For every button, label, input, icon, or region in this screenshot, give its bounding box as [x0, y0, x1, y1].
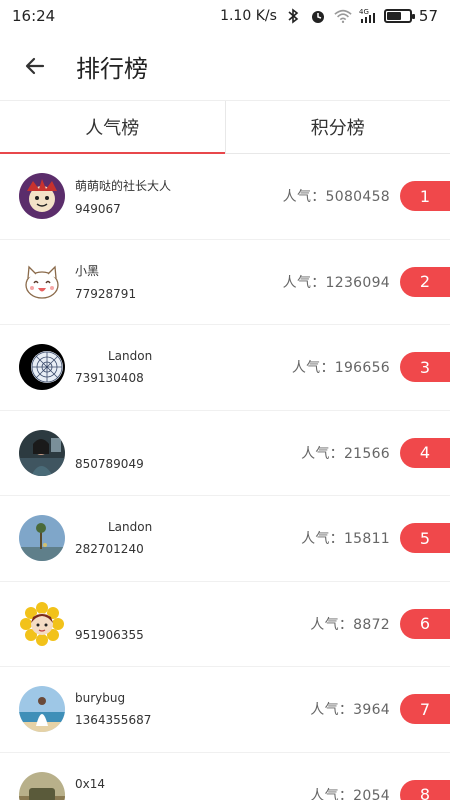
- user-id: 951906355: [75, 627, 144, 642]
- user-name: [75, 435, 235, 449]
- status-icons: 1.10 K/s 4G 57: [220, 7, 438, 25]
- popularity-value: 人气：2054: [310, 787, 390, 800]
- popularity-value: 人气：21566: [301, 445, 390, 462]
- avatar: [19, 771, 65, 800]
- user-name: Landon: [108, 349, 153, 364]
- battery-icon: [383, 9, 415, 23]
- user-name: [75, 606, 235, 620]
- user-id: 850789049: [75, 456, 144, 471]
- back-button[interactable]: [0, 32, 70, 100]
- page-title: 排行榜: [76, 54, 148, 83]
- rank-badge: 4: [400, 437, 450, 468]
- avatar: [19, 600, 65, 647]
- popularity-value: 人气：3964: [310, 702, 390, 719]
- signal-4g-icon: 4G: [359, 7, 377, 25]
- tab-bar: 人气榜 积分榜: [0, 100, 450, 154]
- list-item[interactable]: 小黑 77928791 人气：1236094 2: [0, 240, 450, 325]
- rank-badge: 1: [400, 181, 450, 212]
- user-id: 282701240: [75, 542, 144, 557]
- list-item[interactable]: burybug 1364355687 人气：3964 7: [0, 667, 450, 753]
- user-name: Landon: [108, 520, 153, 535]
- avatar: [19, 258, 65, 305]
- popularity-value: 人气：15811: [301, 531, 390, 548]
- battery-level: 57: [418, 7, 438, 25]
- user-name: 小黑: [75, 264, 100, 279]
- svg-text:4G: 4G: [359, 8, 369, 16]
- list-item[interactable]: 850789049 人气：21566 4: [0, 411, 450, 496]
- rank-badge: 2: [400, 266, 450, 297]
- rank-badge: 8: [400, 779, 450, 800]
- popularity-value: 人气：8872: [310, 616, 390, 633]
- popularity-value: 人气：196656: [291, 360, 390, 377]
- list-item[interactable]: Landon 282701240 人气：15811 5: [0, 496, 450, 582]
- list-item[interactable]: 萌萌哒的社长大人 949067 人气：5080458 1: [0, 154, 450, 240]
- user-id: 949067: [75, 201, 121, 216]
- battery-fill: [386, 12, 401, 20]
- rank-badge: 6: [400, 608, 450, 639]
- bluetooth-icon: [284, 7, 302, 25]
- avatar: [19, 429, 65, 476]
- avatar: [19, 173, 65, 220]
- avatar: [19, 686, 65, 733]
- popularity-value: 人气：1236094: [282, 274, 390, 291]
- list-item[interactable]: Landon 739130408 人气：196656 3: [0, 325, 450, 411]
- avatar: [19, 344, 65, 391]
- user-id: 739130408: [75, 371, 144, 386]
- user-id: 1364355687: [75, 713, 152, 728]
- user-id: 77928791: [75, 287, 137, 302]
- ranking-list: 萌萌哒的社长大人 949067 人气：5080458 1 小黑 77928791…: [0, 154, 450, 800]
- popularity-value: 人气：5080458: [282, 189, 390, 206]
- list-item[interactable]: 0x14 47995978 人气：2054 8: [0, 753, 450, 800]
- network-speed: 1.10 K/s: [220, 8, 277, 24]
- rank-badge: 7: [400, 694, 450, 725]
- user-name: 萌萌哒的社长大人: [75, 178, 172, 193]
- status-time: 16:24: [12, 7, 56, 25]
- rank-badge: 3: [400, 352, 450, 383]
- tab-popularity[interactable]: 人气榜: [0, 101, 225, 154]
- arrow-left-icon: [25, 57, 45, 75]
- rank-badge: 5: [400, 523, 450, 554]
- tab-points[interactable]: 积分榜: [224, 101, 450, 153]
- avatar: [19, 515, 65, 562]
- list-item[interactable]: 951906355 人气：8872 6: [0, 582, 450, 667]
- wifi-icon: [334, 7, 352, 25]
- status-bar: 16:24 1.10 K/s 4G 57: [0, 0, 450, 32]
- app-header: 排行榜: [0, 32, 450, 100]
- user-name: burybug: [75, 691, 126, 706]
- alarm-icon: [309, 7, 327, 25]
- user-name: 0x14: [75, 776, 106, 791]
